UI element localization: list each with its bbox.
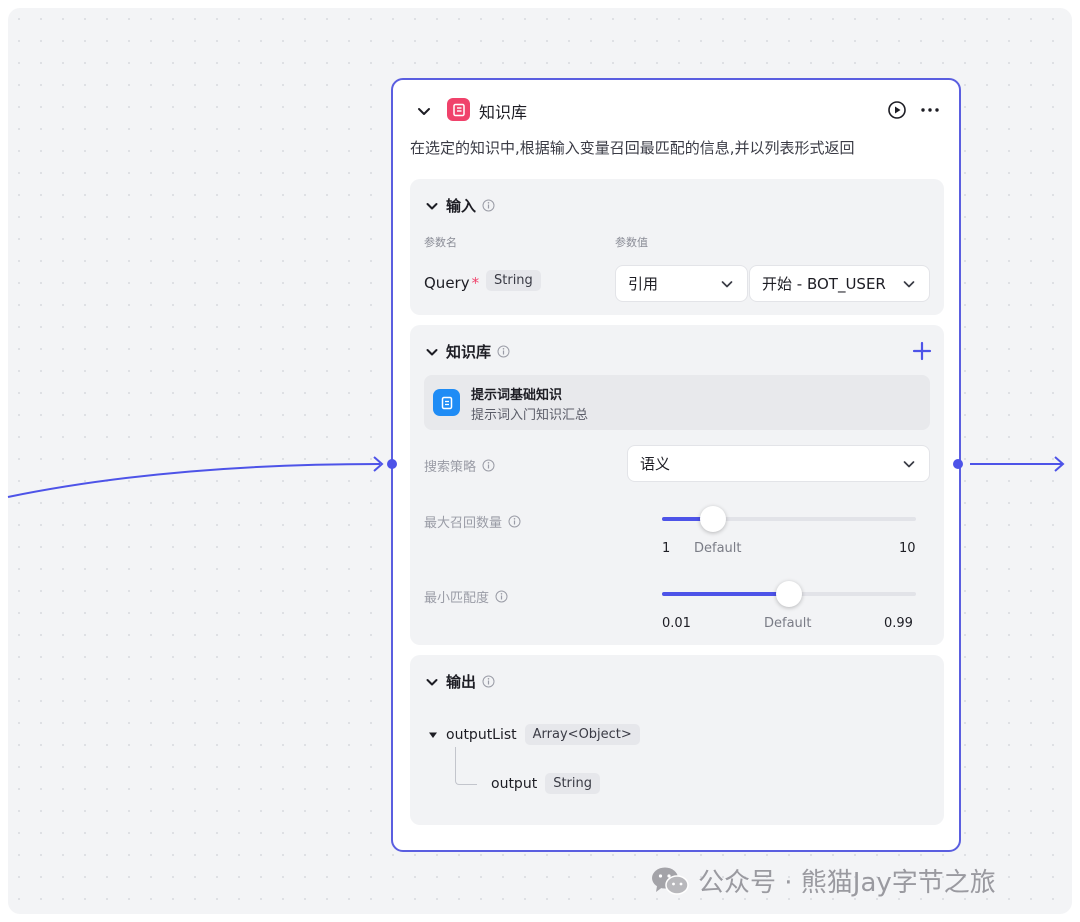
info-icon[interactable]: [508, 515, 521, 528]
max-recall-label: 最大召回数量: [424, 512, 521, 531]
chevron-down-icon: [426, 202, 438, 209]
slider-thumb[interactable]: [699, 506, 726, 532]
chevron-down-icon: [426, 678, 438, 685]
min-match-max-label: 0.99: [884, 616, 913, 631]
search-strategy-label-text: 搜索策略: [424, 460, 477, 475]
param-type-tag: String: [486, 270, 541, 291]
output-section-label: 输出: [446, 673, 477, 691]
ref-mode-value: 引用: [628, 275, 659, 293]
min-match-label: 最小匹配度: [424, 587, 508, 606]
output-list-row[interactable]: outputList Array<Object>: [428, 724, 640, 745]
ref-mode-select[interactable]: 引用: [615, 265, 748, 302]
required-mark: *: [471, 274, 480, 292]
info-icon[interactable]: [482, 199, 495, 212]
chevron-down-icon: [903, 280, 915, 287]
chevron-down-icon: [426, 348, 438, 355]
caret-down-icon[interactable]: [428, 730, 438, 740]
min-match-min-label: 0.01: [662, 616, 691, 631]
more-icon[interactable]: [919, 100, 941, 120]
output-list-type: Array<Object>: [524, 724, 640, 745]
output-child-name: output: [491, 775, 538, 792]
slider-thumb[interactable]: [776, 581, 802, 607]
knowledge-item-title: 提示词基础知识: [471, 388, 563, 403]
min-match-label-text: 最小匹配度: [424, 591, 490, 606]
node-title: 知识库: [479, 103, 528, 122]
chevron-down-icon: [721, 280, 733, 287]
info-icon[interactable]: [497, 345, 510, 358]
output-list-name: outputList: [446, 726, 517, 743]
output-section: 输出 outputList Array<Object> output Strin…: [410, 655, 944, 825]
ref-value-select[interactable]: 开始 - BOT_USER: [749, 265, 930, 302]
knowledge-item-subtitle: 提示词入门知识汇总: [471, 408, 589, 423]
max-recall-default-label: Default: [694, 541, 742, 556]
search-strategy-value: 语义: [640, 455, 671, 473]
ref-value-text: 开始 - BOT_USER: [762, 275, 886, 293]
search-strategy-select[interactable]: 语义: [627, 445, 930, 482]
info-icon[interactable]: [495, 590, 508, 603]
param-name-text: Query: [424, 274, 470, 292]
param-value-column-label: 参数值: [615, 236, 648, 249]
output-child-type: String: [545, 773, 600, 794]
knowledge-base-icon: [447, 98, 470, 121]
tree-connector: [455, 747, 477, 785]
output-section-header[interactable]: 输出: [424, 671, 495, 692]
param-name-column-label: 参数名: [424, 236, 457, 249]
knowledge-section-header[interactable]: 知识库: [424, 341, 510, 362]
output-child-row: output String: [491, 773, 600, 794]
node-header: 知识库: [393, 80, 959, 140]
knowledge-node[interactable]: 知识库 在选定的知识中,根据输入变量召回最匹配的信息,并以列表形式返回 输入 参…: [391, 78, 961, 852]
info-icon[interactable]: [482, 459, 495, 472]
input-section-header[interactable]: 输入: [424, 195, 495, 216]
slider-fill: [662, 592, 789, 596]
info-icon[interactable]: [482, 675, 495, 688]
max-recall-max-label: 10: [899, 541, 916, 556]
output-port[interactable]: [953, 459, 963, 469]
collapse-chevron-icon[interactable]: [415, 102, 433, 120]
document-icon: [433, 389, 460, 416]
min-match-slider[interactable]: [662, 579, 916, 609]
max-recall-min-label: 1: [662, 541, 671, 556]
knowledge-section: 知识库 提示词基础知识 提示词入门知识汇总 搜索策略 语义 最大召回数量 1 D…: [410, 325, 944, 645]
plus-icon[interactable]: [911, 340, 933, 362]
play-icon[interactable]: [887, 100, 907, 120]
input-section-label: 输入: [446, 197, 477, 215]
watermark: 公众号 · 熊猫Jay字节之旅: [650, 862, 996, 899]
max-recall-slider[interactable]: [662, 504, 916, 534]
input-section: 输入 参数名 参数值 Query * String 引用 开始 - BOT_USE…: [410, 179, 944, 315]
min-match-default-label: Default: [764, 616, 812, 631]
search-strategy-label: 搜索策略: [424, 456, 495, 475]
input-port[interactable]: [387, 459, 397, 469]
max-recall-label-text: 最大召回数量: [424, 516, 503, 531]
knowledge-section-label: 知识库: [446, 343, 492, 361]
node-description: 在选定的知识中,根据输入变量召回最匹配的信息,并以列表形式返回: [410, 139, 855, 157]
watermark-text: 公众号 · 熊猫Jay字节之旅: [698, 868, 996, 898]
knowledge-item[interactable]: 提示词基础知识 提示词入门知识汇总: [424, 375, 930, 430]
chevron-down-icon: [903, 460, 915, 467]
wechat-icon: [652, 867, 689, 895]
param-name: Query *: [424, 274, 479, 292]
